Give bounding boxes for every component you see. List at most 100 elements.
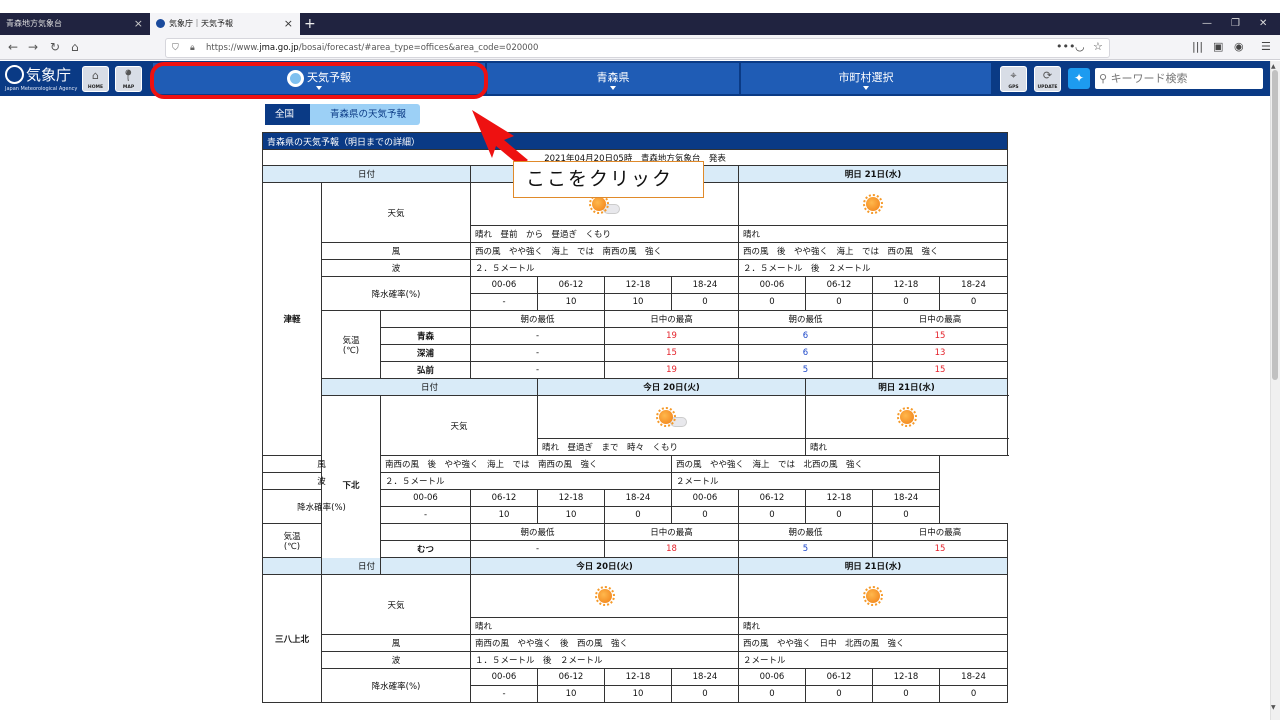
pop-cell: 10: [470, 506, 538, 524]
today-header: 今日 20日(火): [470, 557, 739, 575]
red-arrow-icon: [472, 110, 528, 166]
map-label: MAP: [122, 85, 135, 90]
tomorrow-header: 明日 21日(水): [737, 557, 1009, 575]
reload-icon[interactable]: ↻: [50, 38, 60, 56]
jma-logo[interactable]: 気象庁 Japan Meteorological Agency: [5, 64, 77, 92]
temp-label-a: 気温: [283, 531, 301, 542]
hour-cell: 18-24: [938, 276, 1009, 294]
update-button[interactable]: ⟳ UPDATE: [1034, 66, 1061, 92]
close-icon[interactable]: ×: [284, 13, 293, 35]
wind-today: 西の風 やや強く 海上 では 南西の風 強く: [470, 242, 739, 260]
pop-cell: 0: [738, 293, 806, 311]
minimize-icon[interactable]: —: [1202, 13, 1212, 35]
temp-max-today: 15: [604, 344, 739, 362]
home-button[interactable]: ⌂ HOME: [82, 66, 109, 92]
house-icon: ⌂: [92, 69, 99, 82]
temp-label-a: 気温: [342, 335, 360, 346]
max-header: 日中の最高: [604, 523, 739, 541]
hour-cell: 18-24: [872, 489, 940, 507]
temp-min-tomorrow: 5: [738, 361, 873, 379]
url-path: /bosai/forecast/#area_type=offices&area_…: [298, 43, 539, 53]
account-icon[interactable]: ◉: [1234, 38, 1244, 56]
hour-cell: 12-18: [805, 489, 873, 507]
pop-cell: 0: [805, 293, 873, 311]
chevron-down-icon: [863, 86, 869, 90]
pop-cell: 0: [604, 506, 672, 524]
nav-municipality[interactable]: 市町村選択: [741, 63, 991, 94]
highlight-circle: [150, 62, 488, 99]
scroll-up-icon[interactable]: ▲: [1271, 63, 1276, 70]
wave-label: 波: [262, 472, 381, 490]
restore-icon[interactable]: ❐: [1231, 13, 1240, 35]
shield-icon[interactable]: ⛉: [172, 39, 179, 57]
back-icon[interactable]: ←: [8, 38, 18, 56]
browser-nav-bar: ← → ↻ ⌂ ⛉ 🔒︎ https://www.jma.go.jp/bosai…: [0, 35, 1280, 60]
weather-label: 天気: [321, 574, 471, 635]
hour-cell: 18-24: [671, 276, 739, 294]
wave-tomorrow: ２メートル: [737, 651, 1009, 669]
pop-cell: 0: [805, 685, 873, 703]
breadcrumb-label: 全国: [275, 109, 295, 120]
wind-label: 風: [321, 634, 471, 652]
weather-icon-today: [470, 574, 739, 618]
gps-button[interactable]: ⌖ GPS: [1000, 66, 1027, 92]
temp-max-tomorrow: 13: [871, 344, 1009, 362]
page-actions-icon[interactable]: •••: [1056, 38, 1075, 56]
temp-min-tomorrow: 5: [738, 540, 873, 558]
new-tab-button[interactable]: +: [304, 13, 316, 35]
scrollbar-thumb[interactable]: [1272, 70, 1278, 380]
pop-cell: 0: [938, 685, 1009, 703]
browser-tab-aomori[interactable]: 青森地方気象台 ×: [0, 13, 150, 35]
weather-text-tomorrow: 晴れ: [737, 225, 1009, 243]
url-bar[interactable]: ⛉ 🔒︎ https://www.jma.go.jp/bosai/forecas…: [165, 38, 1110, 58]
nav-prefecture-label: 青森県: [596, 71, 630, 84]
hamburger-menu-icon[interactable]: ☰: [1261, 38, 1271, 56]
hour-cell: 00-06: [470, 668, 538, 686]
breadcrumb-national[interactable]: 全国: [262, 104, 320, 125]
url-domain: jma.go.jp: [259, 43, 299, 53]
pop-cell: 10: [537, 685, 605, 703]
logo-name: 気象庁: [26, 66, 72, 84]
weather-icon-today: [537, 395, 806, 439]
pop-cell: 10: [604, 293, 672, 311]
pocket-icon[interactable]: ◡: [1075, 38, 1085, 56]
date-header: 日付: [262, 557, 471, 575]
top-strip: [0, 0, 1280, 13]
hour-cell: 12-18: [604, 668, 672, 686]
temp-min-today: -: [470, 361, 605, 379]
hour-cell: 18-24: [938, 668, 1009, 686]
temp-min-today: -: [470, 327, 605, 345]
scroll-down-icon[interactable]: ▼: [1271, 704, 1276, 711]
min-header: 朝の最低: [738, 523, 873, 541]
home-icon[interactable]: ⌂: [71, 38, 79, 56]
pop-label: 降水確率(%): [321, 276, 471, 311]
twitter-icon[interactable]: ✦: [1068, 68, 1090, 89]
map-button[interactable]: 📍︎ MAP: [115, 66, 142, 92]
weather-text-today: 晴れ 昼前 から 昼過ぎ くもり: [470, 225, 739, 243]
wave-label: 波: [321, 259, 471, 277]
pop-cell: 10: [604, 685, 672, 703]
weather-text-today: 晴れ 昼過ぎ まで 時々 くもり: [537, 438, 806, 456]
gps-icon: ⌖: [1010, 69, 1017, 82]
wind-today: 南西の風 やや強く 後 西の風 強く: [470, 634, 739, 652]
bookmark-star-icon[interactable]: ☆: [1093, 38, 1103, 56]
temp-max-tomorrow: 15: [871, 327, 1009, 345]
close-icon[interactable]: ×: [134, 13, 143, 35]
region-name: 三八上北: [262, 574, 322, 703]
hour-cell: 00-06: [380, 489, 471, 507]
search-input[interactable]: ⚲ キーワード検索: [1095, 68, 1263, 89]
callout-box: ここをクリック: [513, 161, 704, 198]
browser-tab-bar: 青森地方気象台 × 気象庁｜天気予報 × + — ❐ ✕: [0, 13, 1280, 35]
forward-icon[interactable]: →: [28, 38, 38, 56]
region-name: 津軽: [262, 182, 322, 456]
browser-tab-jma[interactable]: 気象庁｜天気予報 ×: [150, 13, 300, 35]
max-header: 日中の最高: [604, 310, 739, 328]
window-close-icon[interactable]: ✕: [1259, 13, 1267, 35]
weather-icon-tomorrow: [804, 395, 1009, 439]
tomorrow-header: 明日 21日(水): [804, 378, 1009, 396]
nav-prefecture[interactable]: 青森県: [487, 63, 739, 94]
library-icon[interactable]: |||: [1192, 38, 1203, 56]
hour-cell: 00-06: [671, 489, 739, 507]
sidebar-icon[interactable]: ▣: [1213, 38, 1223, 56]
temp-max-tomorrow: 15: [871, 361, 1009, 379]
